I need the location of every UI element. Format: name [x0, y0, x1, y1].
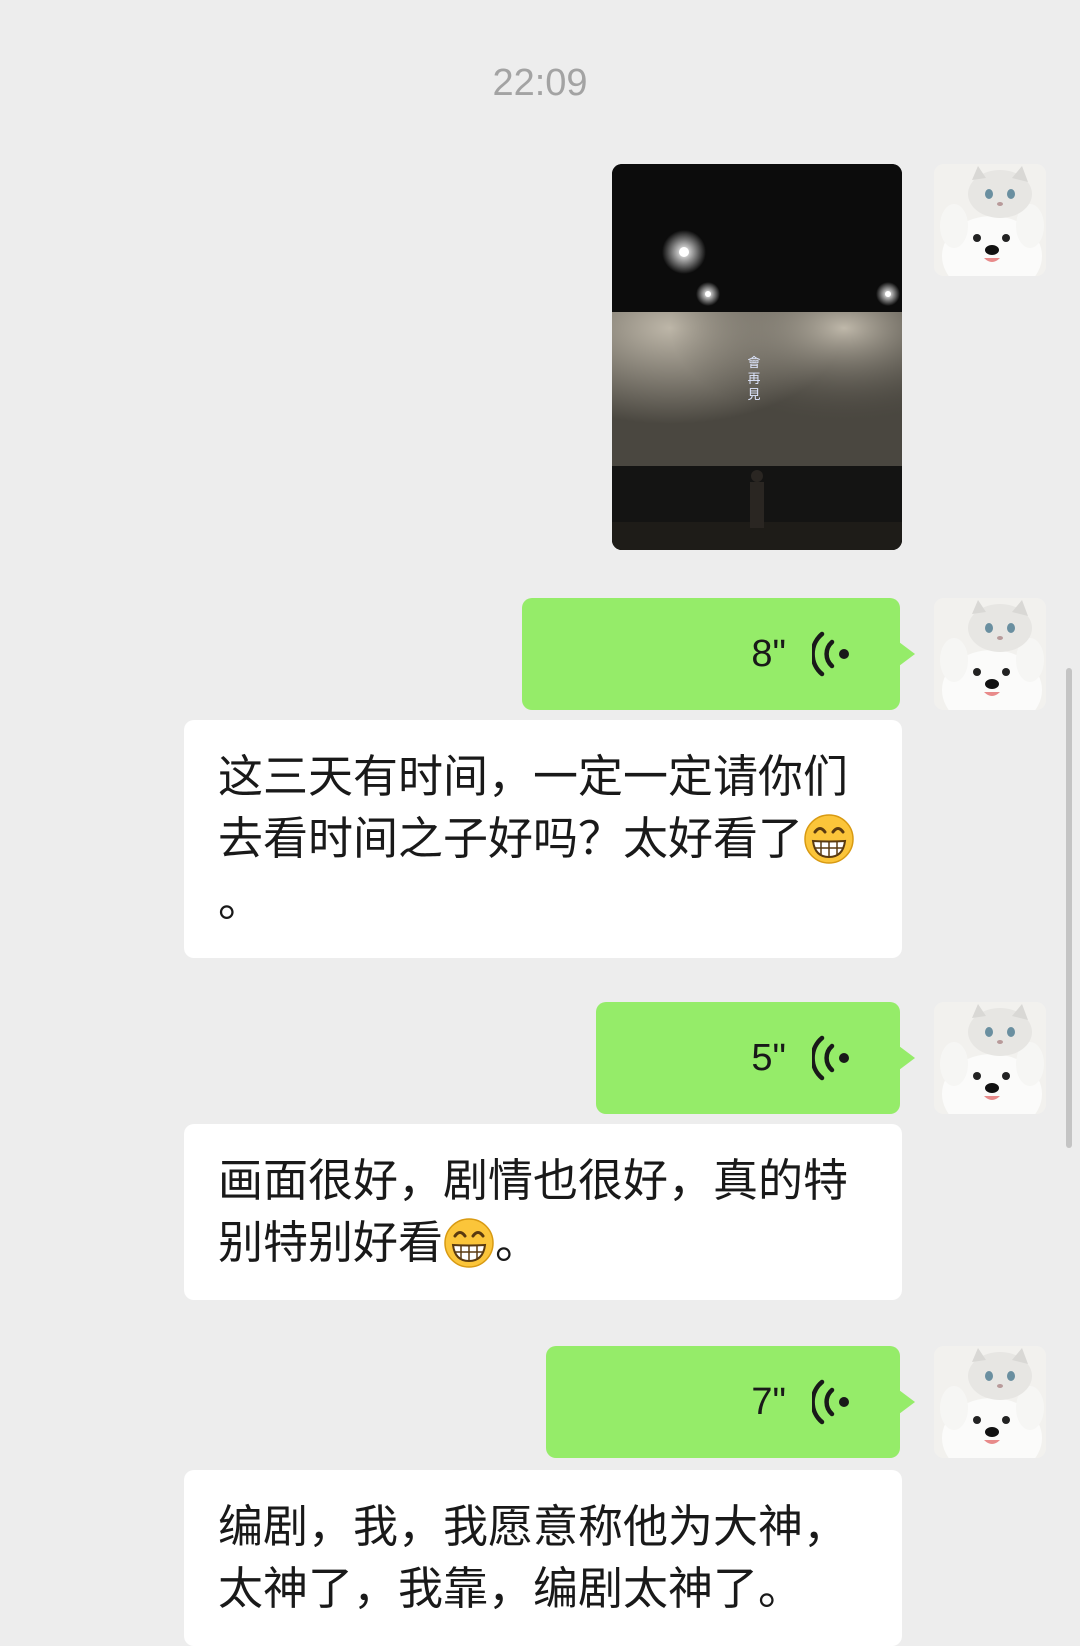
voice-wave-icon	[812, 1034, 856, 1082]
grinning-face-icon	[803, 812, 855, 864]
screen-caption: 會再見	[747, 356, 761, 403]
user-avatar[interactable]	[934, 598, 1046, 710]
text-message[interactable]: 画面很好，剧情也很好，真的特别特别好看。	[184, 1124, 902, 1300]
voice-message[interactable]: 8"	[522, 598, 915, 710]
cat-on-dog-avatar-icon	[934, 1346, 1046, 1458]
voice-message[interactable]: 5"	[596, 1002, 915, 1114]
voice-wave-icon	[812, 630, 856, 678]
scrollbar[interactable]	[1066, 668, 1072, 1148]
cat-on-dog-avatar-icon	[934, 164, 1046, 276]
text-message[interactable]: 编剧，我，我愿意称他为大神，太神了，我靠，编剧太神了。	[184, 1470, 902, 1646]
voice-message[interactable]: 7"	[546, 1346, 915, 1458]
grinning-face-icon	[443, 1216, 495, 1268]
cat-on-dog-avatar-icon	[934, 598, 1046, 710]
user-avatar[interactable]	[934, 164, 1046, 276]
text-message[interactable]: 这三天有时间，一定一定请你们去看时间之子好吗？太好看了。	[184, 720, 902, 958]
message-text-end: 。	[218, 874, 264, 927]
voice-duration: 7"	[751, 1380, 786, 1423]
user-avatar[interactable]	[934, 1002, 1046, 1114]
cinema-photo-message[interactable]: 會再見	[612, 164, 902, 550]
voice-duration: 5"	[751, 1036, 786, 1079]
cat-on-dog-avatar-icon	[934, 1002, 1046, 1114]
message-text: 编剧，我，我愿意称他为大神，太神了，我靠，编剧太神了。	[218, 1500, 849, 1615]
message-timestamp: 22:09	[492, 62, 588, 104]
message-text-end: 。	[495, 1216, 541, 1269]
user-avatar[interactable]	[934, 1346, 1046, 1458]
voice-duration: 8"	[751, 632, 786, 675]
voice-wave-icon	[812, 1378, 856, 1426]
message-text: 这三天有时间，一定一定请你们去看时间之子好吗？太好看了	[218, 750, 849, 865]
